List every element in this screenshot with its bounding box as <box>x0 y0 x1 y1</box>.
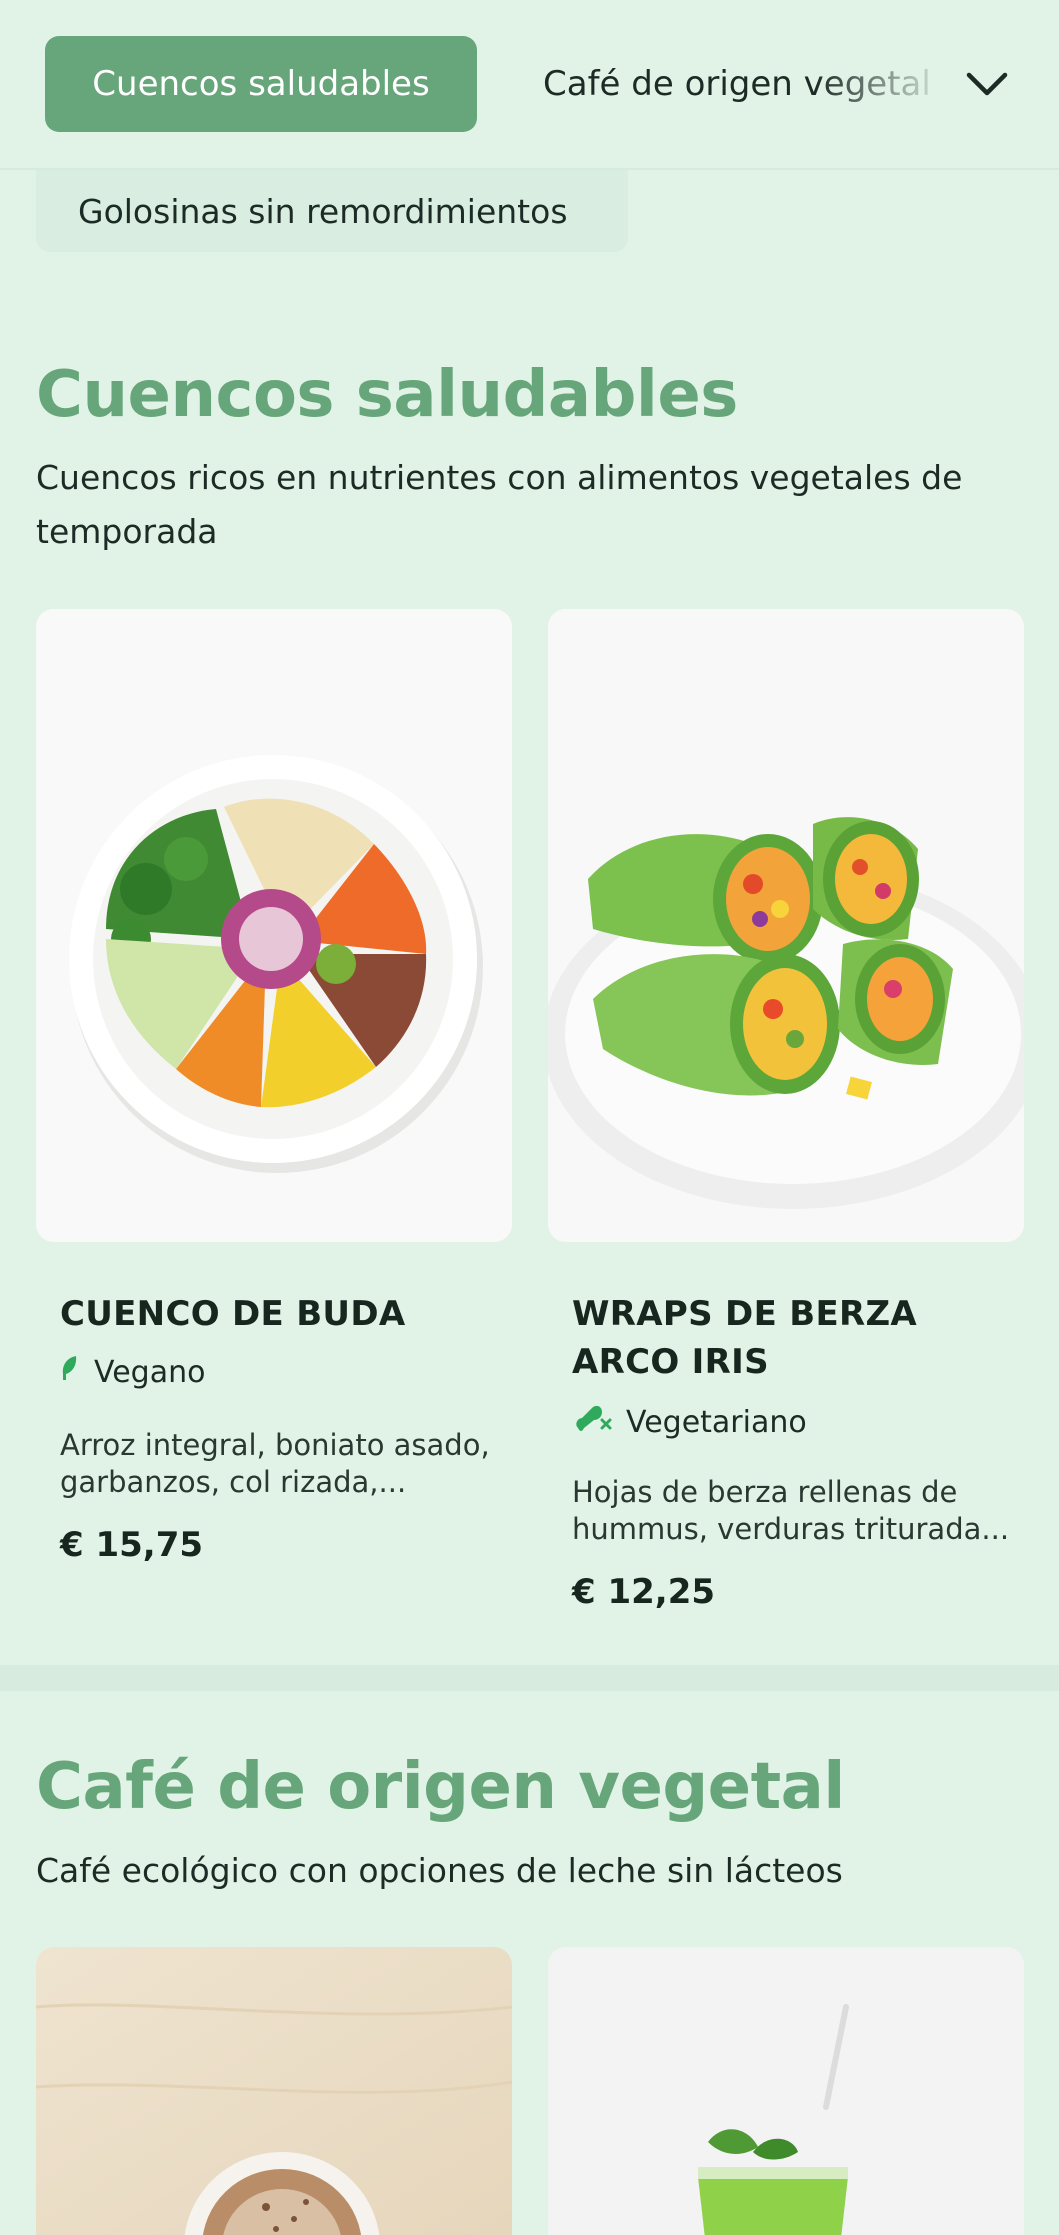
section-title-cafe: Café de origen vegetal <box>36 1750 845 1824</box>
diet-label: Vegetariano <box>626 1404 807 1440</box>
product-description: Hojas de berza rellenas de hummus, verdu… <box>572 1475 1010 1546</box>
category-chip-cuencos[interactable]: Cuencos saludables <box>45 36 477 132</box>
leaf-icon <box>60 1354 80 1390</box>
product-description: Arroz integral, boniato asado, garbanzos… <box>60 1428 490 1499</box>
category-chip-golosinas[interactable]: Golosinas sin remordimientos <box>36 170 628 252</box>
category-chip-cafe[interactable]: Café de origen vegetal <box>543 36 943 132</box>
product-name[interactable]: WRAPS DE BERZA ARCO IRIS <box>572 1290 992 1386</box>
no-meat-icon <box>572 1402 612 1442</box>
product-image-wraps-berza[interactable] <box>548 609 1024 1242</box>
product-name[interactable]: CUENCO DE BUDA <box>60 1290 480 1338</box>
category-nav: Cuencos saludables Café de origen vegeta… <box>0 0 1059 170</box>
diet-tag: Vegetariano <box>572 1402 807 1442</box>
product-image-cuenco-buda[interactable] <box>36 609 512 1242</box>
product-price: € 12,25 <box>572 1572 716 1612</box>
section-divider <box>0 1665 1059 1691</box>
chevron-down-icon[interactable] <box>958 55 1016 113</box>
product-image-coffee[interactable] <box>36 1947 512 2235</box>
product-image-green-juice[interactable] <box>548 1947 1024 2235</box>
section-title-cuencos: Cuencos saludables <box>36 358 738 432</box>
diet-tag: Vegano <box>60 1354 205 1390</box>
section-subtitle-cafe: Café ecológico con opciones de leche sin… <box>36 1851 843 1890</box>
diet-label: Vegano <box>94 1354 206 1390</box>
product-price: € 15,75 <box>60 1525 204 1565</box>
section-subtitle-cuencos: Cuencos ricos en nutrientes con alimento… <box>36 458 963 551</box>
